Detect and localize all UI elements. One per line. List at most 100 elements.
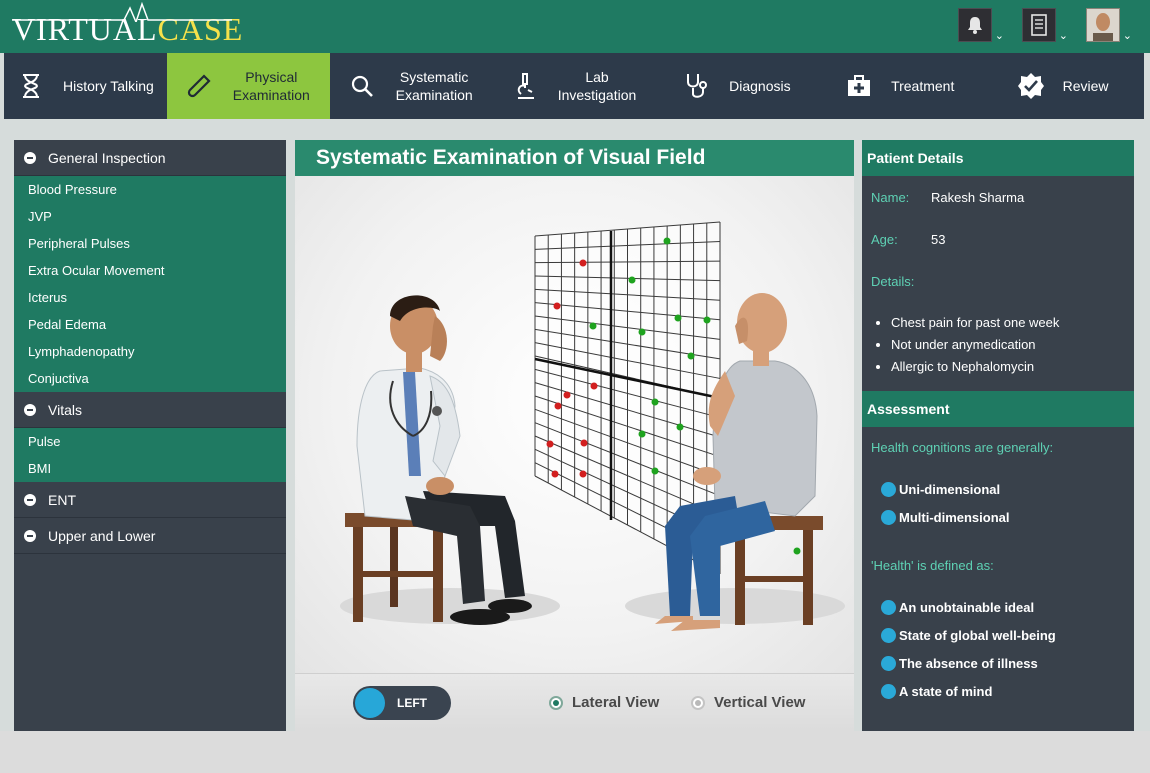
name-label: Name: [871,190,910,205]
patient-name-row: Name: Rakesh Sharma [871,190,1024,205]
chevron-down-icon: ⌄ [994,30,1004,42]
visual-field-test-point [638,430,646,438]
vitals-list: Pulse BMI [14,428,286,482]
section-ent[interactable]: ENT [14,482,286,518]
assessment-question-1: Health cognitions are generally: [871,440,1054,455]
visual-field-test-point [580,439,588,447]
visual-field-test-point [628,276,636,284]
avatar [1087,9,1119,41]
panel-title: Systematic Examination of Visual Field [295,140,854,176]
sidebar-item-icterus[interactable]: Icterus [14,284,286,311]
option-label: Multi-dimensional [899,510,1010,525]
vertical-view-radio[interactable]: Vertical View [691,694,805,711]
assessment-header: Assessment [862,391,1134,427]
option-radio-icon [881,684,896,699]
collapse-icon [24,493,36,506]
option-radio-icon [881,628,896,643]
view-controls: LEFT Lateral View Vertical View [295,673,854,731]
sidebar-item-pedal-edema[interactable]: Pedal Edema [14,311,286,338]
visual-field-test-point [546,440,554,448]
eye-side-toggle[interactable]: LEFT [353,686,451,720]
option-label: An unobtainable ideal [899,600,1035,615]
nav-systematic-examination[interactable]: Systematic Examination [330,53,493,119]
section-title: General Inspection [48,149,166,166]
collapse-icon [24,151,36,164]
section-vitals[interactable]: Vitals [14,392,286,428]
magnifier-icon [348,72,376,100]
sidebar-item-blood-pressure[interactable]: Blood Pressure [14,176,286,203]
review-badge-icon [1017,72,1045,100]
option-global-well-being[interactable]: State of global well-being [881,628,1056,643]
nav-lab-investigation[interactable]: Lab Investigation [493,53,656,119]
notifications-button[interactable]: ⌄ [958,6,1004,44]
general-inspection-list: Blood Pressure JVP Peripheral Pulses Ext… [14,176,286,392]
option-uni-dimensional[interactable]: Uni-dimensional [881,482,1000,497]
bell-icon [968,17,982,34]
visual-field-test-point [638,328,646,336]
option-absence-of-illness[interactable]: The absence of illness [881,656,1038,671]
profile-button[interactable]: ⌄ [1086,6,1132,44]
visual-field-test-point [703,316,711,324]
option-radio-icon [881,482,896,497]
nav-physical-examination[interactable]: Physical Examination [166,53,330,119]
collapse-icon [24,403,36,416]
nav-history-talking[interactable]: History Talking [4,53,167,119]
visual-field-test-point [563,391,571,399]
details-label-row: Details: [871,274,931,289]
nav-label: Physical Examination [232,69,310,103]
chevron-down-icon: ⌄ [1122,30,1132,42]
detail-item: Not under anymedication [891,334,1059,356]
section-title: Vitals [48,401,82,418]
pulse-line-icon [12,2,232,22]
sidebar-item-pulse[interactable]: Pulse [14,428,286,455]
radio-label: Vertical View [714,694,806,711]
nav-label: Treatment [891,78,955,94]
age-label: Age: [871,232,898,247]
option-unobtainable-ideal[interactable]: An unobtainable ideal [881,600,1034,615]
radio-unselected-icon [691,695,705,710]
visual-field-test-point [551,470,559,478]
nav-diagnosis[interactable]: Diagnosis [655,53,818,119]
lateral-view-radio[interactable]: Lateral View [549,694,659,711]
nav-label: Diagnosis [729,78,791,94]
patient-age: 53 [931,232,946,247]
option-radio-icon [881,656,896,671]
sidebar-item-extra-ocular-movement[interactable]: Extra Ocular Movement [14,257,286,284]
section-title: Upper and Lower [48,527,156,544]
patient-name: Rakesh Sharma [931,190,1025,205]
visual-field-test-point [589,322,597,330]
sidebar-item-peripheral-pulses[interactable]: Peripheral Pulses [14,230,286,257]
sidebar-item-jvp[interactable]: JVP [14,203,286,230]
visual-field-test-point [663,237,671,245]
patient-details-header: Patient Details [862,140,1134,176]
sidebar-item-lymphadenopathy[interactable]: Lymphadenopathy [14,338,286,365]
visual-field-test-point [793,547,801,555]
nav-label: Lab Investigation [557,69,637,103]
visual-field-test-point [676,423,684,431]
patient-details-list: Chest pain for past one week Not under a… [891,312,1059,378]
notebook-icon [1031,14,1047,36]
patient-panel: Patient Details Name: Rakesh Sharma Age: 5… [862,140,1134,731]
option-radio-icon [881,510,896,525]
section-upper-and-lower[interactable]: Upper and Lower [14,518,286,554]
visual-field-test-point [579,259,587,267]
visual-field-test-point [554,402,562,410]
option-multi-dimensional[interactable]: Multi-dimensional [881,510,1010,525]
option-label: A state of mind [899,684,993,699]
radio-selected-icon [549,695,563,710]
sidebar-item-bmi[interactable]: BMI [14,455,286,482]
nav-treatment[interactable]: Treatment [818,53,981,119]
app-logo[interactable]: VIRTUALCASE [12,2,243,50]
section-general-inspection[interactable]: General Inspection [14,140,286,176]
sidebar-item-conjuctiva[interactable]: Conjuctiva [14,365,286,392]
hourglass-icon [17,72,45,100]
toggle-label: LEFT [397,696,427,710]
visual-field-test-point [553,302,561,310]
nav-review[interactable]: Review [981,53,1144,119]
main-nav: History Talking Physical Examination Sys… [4,53,1144,119]
option-label: State of global well-being [899,628,1056,643]
option-state-of-mind[interactable]: A state of mind [881,684,992,699]
notes-button[interactable]: ⌄ [1022,6,1068,44]
option-label: The absence of illness [899,656,1038,671]
nav-label: Systematic Examination [395,69,473,103]
